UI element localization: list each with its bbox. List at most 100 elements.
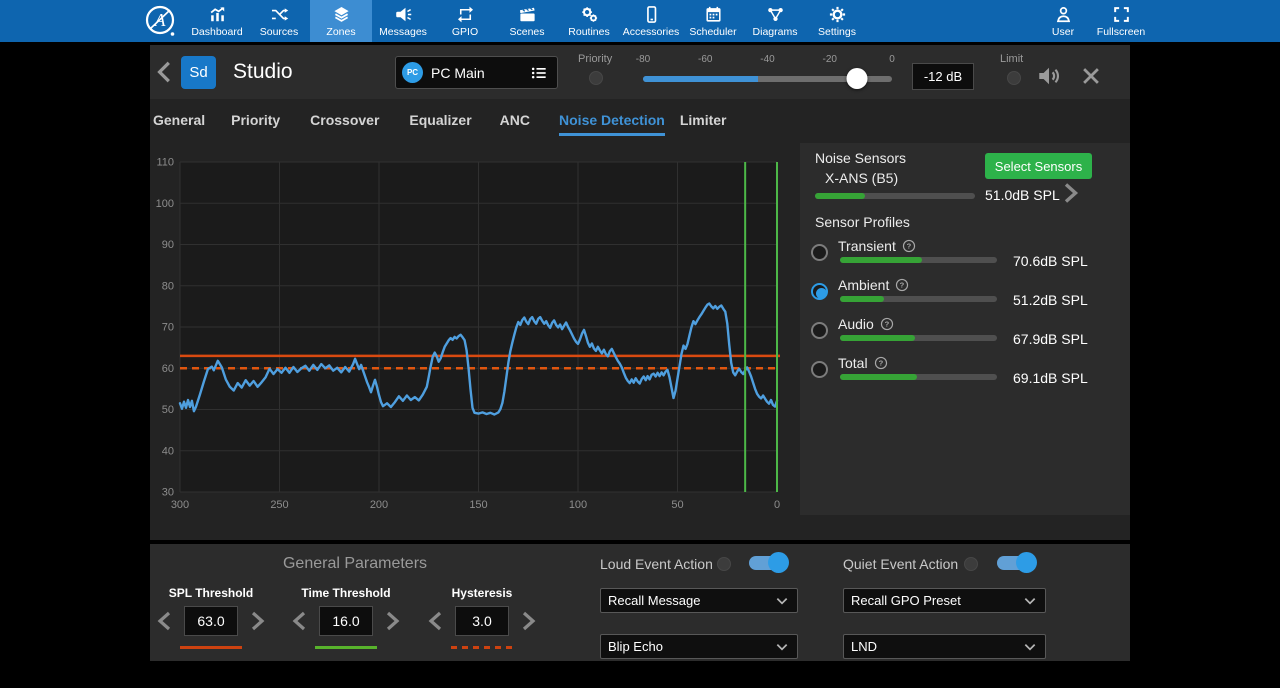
nav-item-fullscreen[interactable]: Fullscreen xyxy=(1092,0,1150,42)
sources-icon xyxy=(270,5,289,24)
help-icon[interactable]: ? xyxy=(895,278,909,292)
time-threshold-field[interactable]: 16.0 xyxy=(319,606,373,636)
ambient-radio[interactable] xyxy=(811,283,828,300)
svg-text:90: 90 xyxy=(162,239,174,251)
loud-event-label: Loud Event Action xyxy=(600,556,713,572)
svg-text:?: ? xyxy=(907,242,912,251)
volume-value-field[interactable]: -12 dB xyxy=(912,63,974,90)
nav-item-zones[interactable]: Zones xyxy=(310,0,372,42)
zones-icon xyxy=(332,5,351,24)
tab-crossover[interactable]: Crossover xyxy=(310,99,379,136)
nav-item-sources[interactable]: Sources xyxy=(248,0,310,42)
nav-item-scenes[interactable]: Scenes xyxy=(496,0,558,42)
slider-tick: -60 xyxy=(698,54,712,65)
svg-text:0: 0 xyxy=(774,499,780,511)
svg-text:250: 250 xyxy=(270,499,288,511)
close-icon[interactable] xyxy=(1080,65,1102,87)
svg-text:30: 30 xyxy=(162,487,174,499)
nav-item-gpio[interactable]: GPIO xyxy=(434,0,496,42)
zone-badge: Sd xyxy=(181,56,216,89)
nav-item-diagrams[interactable]: Diagrams xyxy=(744,0,806,42)
hysteresis-stepper: Hysteresis 3.0 xyxy=(421,544,543,649)
loud-message-select[interactable]: Blip Echo xyxy=(600,634,798,659)
toggle-knob xyxy=(1016,552,1037,573)
nav-item-messages[interactable]: Messages xyxy=(372,0,434,42)
select-sensors-button[interactable]: Select Sensors xyxy=(985,153,1092,179)
chevron-right-icon[interactable] xyxy=(1058,181,1082,205)
nav-item-label: GPIO xyxy=(452,26,478,38)
nav-item-scheduler[interactable]: Scheduler xyxy=(682,0,744,42)
general-parameters-panel: General Parameters SPL Threshold 63.0 Ti… xyxy=(150,544,1130,661)
profile-level-bar xyxy=(840,374,997,380)
stepper-label: Hysteresis xyxy=(421,586,543,600)
chevron-left-icon[interactable] xyxy=(155,609,174,633)
quiet-gpo-select[interactable]: LND xyxy=(843,634,1046,659)
quiet-action-select[interactable]: Recall GPO Preset xyxy=(843,588,1046,613)
chevron-right-icon[interactable] xyxy=(248,609,267,633)
help-icon[interactable]: ? xyxy=(880,317,894,331)
nav-item-label: Zones xyxy=(326,26,355,38)
help-icon[interactable]: ? xyxy=(874,356,888,370)
back-chevron-icon[interactable] xyxy=(152,58,178,86)
zone-tabs: General Priority Crossover Equalizer ANC… xyxy=(153,99,727,136)
noise-level-chart: 11010090807060504030300250200150100500 xyxy=(150,158,782,514)
nav-item-accessories[interactable]: Accessories xyxy=(620,0,682,42)
quiet-event-toggle[interactable] xyxy=(995,552,1037,574)
tab-equalizer[interactable]: Equalizer xyxy=(409,99,471,136)
sensor-name: X-ANS (B5) xyxy=(825,170,898,186)
svg-text:40: 40 xyxy=(162,445,174,457)
nav-item-routines[interactable]: Routines xyxy=(558,0,620,42)
nav-item-user[interactable]: User xyxy=(1034,0,1092,42)
svg-text:?: ? xyxy=(878,359,883,368)
loud-action-select[interactable]: Recall Message xyxy=(600,588,798,613)
slider-tick: -20 xyxy=(823,54,837,65)
routines-icon xyxy=(580,5,599,24)
diagrams-icon xyxy=(766,5,785,24)
scheduler-icon xyxy=(704,5,723,24)
chevron-down-icon xyxy=(1022,639,1038,655)
speaker-icon[interactable] xyxy=(1036,63,1062,89)
chevron-down-icon xyxy=(774,639,790,655)
hysteresis-legend-line xyxy=(451,646,513,649)
chevron-left-icon[interactable] xyxy=(290,609,309,633)
spl-threshold-field[interactable]: 63.0 xyxy=(184,606,238,636)
profile-level-bar xyxy=(840,257,997,263)
tab-anc[interactable]: ANC xyxy=(500,99,530,136)
user-icon xyxy=(1054,5,1073,24)
time-threshold-legend-line xyxy=(315,646,377,649)
nav-item-label: Accessories xyxy=(623,26,680,38)
tab-limiter[interactable]: Limiter xyxy=(680,99,727,136)
stepper-label: Time Threshold xyxy=(285,586,407,600)
profile-label: Total? xyxy=(838,355,888,371)
tab-noise-detection[interactable]: Noise Detection xyxy=(559,99,665,136)
quiet-event-label: Quiet Event Action xyxy=(843,556,958,572)
help-icon[interactable]: ? xyxy=(902,239,916,253)
profile-level-bar-fill xyxy=(840,335,915,341)
quiet-event-indicator xyxy=(964,557,978,571)
nav-item-label: Settings xyxy=(818,26,856,38)
chevron-left-icon[interactable] xyxy=(426,609,445,633)
nav-right-items: User Fullscreen xyxy=(1034,0,1150,42)
top-navigation-bar: A Dashboard Sources Zones Messages GPIO xyxy=(0,0,1280,42)
tab-general[interactable]: General xyxy=(153,99,205,136)
chevron-right-icon[interactable] xyxy=(519,609,538,633)
slider-tick: 0 xyxy=(889,54,895,65)
volume-slider-handle[interactable] xyxy=(847,68,868,89)
hysteresis-field[interactable]: 3.0 xyxy=(455,606,509,636)
content-area: Sd Studio PC PC Main Priority -80 -60 -4… xyxy=(150,45,1130,661)
profile-label: Ambient? xyxy=(838,277,909,293)
transient-radio[interactable] xyxy=(811,244,828,261)
svg-text:60: 60 xyxy=(162,363,174,375)
total-radio[interactable] xyxy=(811,361,828,378)
chevron-right-icon[interactable] xyxy=(383,609,402,633)
profile-level-value: 69.1dB SPL xyxy=(1013,370,1088,386)
source-selector[interactable]: PC PC Main xyxy=(395,56,558,89)
audio-radio[interactable] xyxy=(811,322,828,339)
volume-meter-fill xyxy=(643,76,758,82)
nav-item-settings[interactable]: Settings xyxy=(806,0,868,42)
priority-indicator xyxy=(589,71,603,85)
nav-item-dashboard[interactable]: Dashboard xyxy=(186,0,248,42)
tab-priority[interactable]: Priority xyxy=(231,99,280,136)
loud-event-toggle[interactable] xyxy=(747,552,789,574)
zone-header: Sd Studio PC PC Main Priority -80 -60 -4… xyxy=(150,45,1130,99)
